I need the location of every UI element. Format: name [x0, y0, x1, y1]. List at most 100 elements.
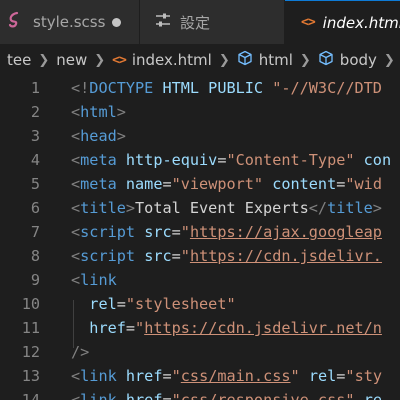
code-token: HTML PUBLIC [162, 79, 264, 97]
code-token: < [71, 271, 81, 289]
line-number: 13 [21, 367, 40, 385]
code-line[interactable]: 3 <head> [0, 124, 400, 148]
html-icon: <> [301, 15, 316, 30]
code-token: > [125, 199, 136, 217]
code-token: content [272, 175, 337, 193]
code-token: http-equiv [125, 151, 218, 169]
code-token: </ [308, 199, 328, 217]
line-number: 8 [30, 247, 40, 265]
code-token: css/main.css [180, 367, 291, 385]
symbol-element-icon [237, 50, 253, 70]
code-token: < [71, 391, 81, 400]
code-line[interactable]: 5 <meta name="viewport" content="wid [0, 172, 400, 196]
line-code: <html> [71, 100, 126, 124]
code-token: meta [80, 151, 117, 169]
line-code: <head> [71, 124, 126, 148]
code-line[interactable]: 12 /> [0, 340, 400, 364]
code-line[interactable]: 7 <script src="https://ajax.googleap [0, 220, 400, 244]
breadcrumb-item-body[interactable]: body [318, 50, 377, 70]
line-number: 2 [30, 103, 40, 121]
code-line[interactable]: 14 <link href="css/responsive.css" re [0, 388, 400, 400]
breadcrumb-item-folder-tee[interactable]: tee [7, 51, 31, 69]
code-line[interactable]: 11 href="https://cdn.jsdelivr.net/n [0, 316, 400, 340]
code-token: rel [308, 367, 337, 385]
editor-tab-bar: style.scss 設定 <> index.html [0, 0, 400, 44]
code-token: > [372, 199, 382, 217]
code-token: "viewport" [171, 175, 264, 193]
code-token: < [71, 247, 81, 265]
line-number: 14 [21, 391, 40, 400]
code-line[interactable]: 6 <title>Total Event Experts</title> [0, 196, 400, 220]
line-code: <meta http-equiv="Content-Type" con [71, 148, 391, 172]
breadcrumb: tee ❯ new ❯ <> index.html ❯ html ❯ body … [0, 44, 400, 76]
line-number: 10 [21, 295, 40, 313]
unsaved-changes-dot-icon[interactable] [112, 17, 121, 27]
code-token: " [171, 391, 181, 400]
code-token: href [125, 391, 163, 400]
chevron-right-icon: ❯ [38, 52, 50, 68]
code-token: re [363, 391, 382, 400]
code-token: "-//W3C//DTD [272, 79, 382, 97]
line-code: <script src="https://ajax.googleap [71, 220, 382, 244]
line-code: <script src="https://cdn.jsdelivr. [71, 244, 382, 268]
tab-label: index.html [322, 13, 400, 32]
code-token: < [71, 199, 81, 217]
code-token: = [162, 391, 172, 400]
code-token: script [80, 223, 136, 241]
code-token: link [80, 271, 117, 289]
code-token: = [171, 223, 181, 241]
code-line[interactable]: 10 rel="stylesheet" [0, 292, 400, 316]
code-token: "sty [345, 367, 382, 385]
breadcrumb-item-folder-new[interactable]: new [56, 51, 87, 69]
breadcrumb-item-html[interactable]: html [237, 50, 293, 70]
code-token: https://cdn.jsdelivr. [189, 247, 382, 265]
line-number: 3 [30, 127, 40, 145]
line-number: 7 [30, 223, 40, 241]
settings-sliders-icon [154, 11, 172, 33]
code-token: link [80, 391, 117, 400]
tab-settings[interactable]: 設定 [140, 0, 285, 44]
chevron-right-icon: ❯ [383, 52, 395, 68]
code-token: src [144, 247, 172, 265]
code-token: script [80, 247, 136, 265]
tab-label: style.scss [33, 13, 106, 31]
tab-style-scss[interactable]: style.scss [0, 0, 140, 44]
line-code: <!DOCTYPE HTML PUBLIC "-//W3C//DTD [71, 76, 382, 100]
code-token: = [162, 175, 172, 193]
code-token: head [80, 127, 117, 145]
line-code: <link href="css/main.css" rel="sty [71, 364, 382, 388]
code-token: " [180, 223, 190, 241]
code-line[interactable]: 4 <meta http-equiv="Content-Type" con [0, 148, 400, 172]
code-line[interactable]: 1 <!DOCTYPE HTML PUBLIC "-//W3C//DTD [0, 76, 400, 100]
line-code: /> [71, 340, 89, 364]
code-token: meta [80, 175, 117, 193]
chevron-right-icon: ❯ [94, 52, 106, 68]
code-line[interactable]: 2 <html> [0, 100, 400, 124]
code-token: html [80, 103, 117, 121]
line-code: <link href="css/responsive.css" re [71, 388, 382, 400]
code-token: "stylesheet" [125, 295, 236, 313]
code-token: = [171, 247, 181, 265]
code-line[interactable]: 8 <script src="https://cdn.jsdelivr. [0, 244, 400, 268]
code-token: css/responsive.css [180, 391, 346, 400]
code-token: name [125, 175, 163, 193]
breadcrumb-item-file[interactable]: <> index.html [112, 51, 212, 69]
code-token: title [327, 199, 373, 217]
sass-icon [7, 11, 25, 33]
code-token: "Content-Type" [226, 151, 355, 169]
code-line[interactable]: 9 <link [0, 268, 400, 292]
code-token: " [180, 247, 190, 265]
tab-index-html[interactable]: <> index.html [285, 0, 400, 44]
code-editor[interactable]: 1 <!DOCTYPE HTML PUBLIC "-//W3C//DTD 2 <htm… [0, 76, 400, 400]
line-code: <link [71, 268, 117, 292]
code-line[interactable]: 13 <link href="css/main.css" rel="sty [0, 364, 400, 388]
